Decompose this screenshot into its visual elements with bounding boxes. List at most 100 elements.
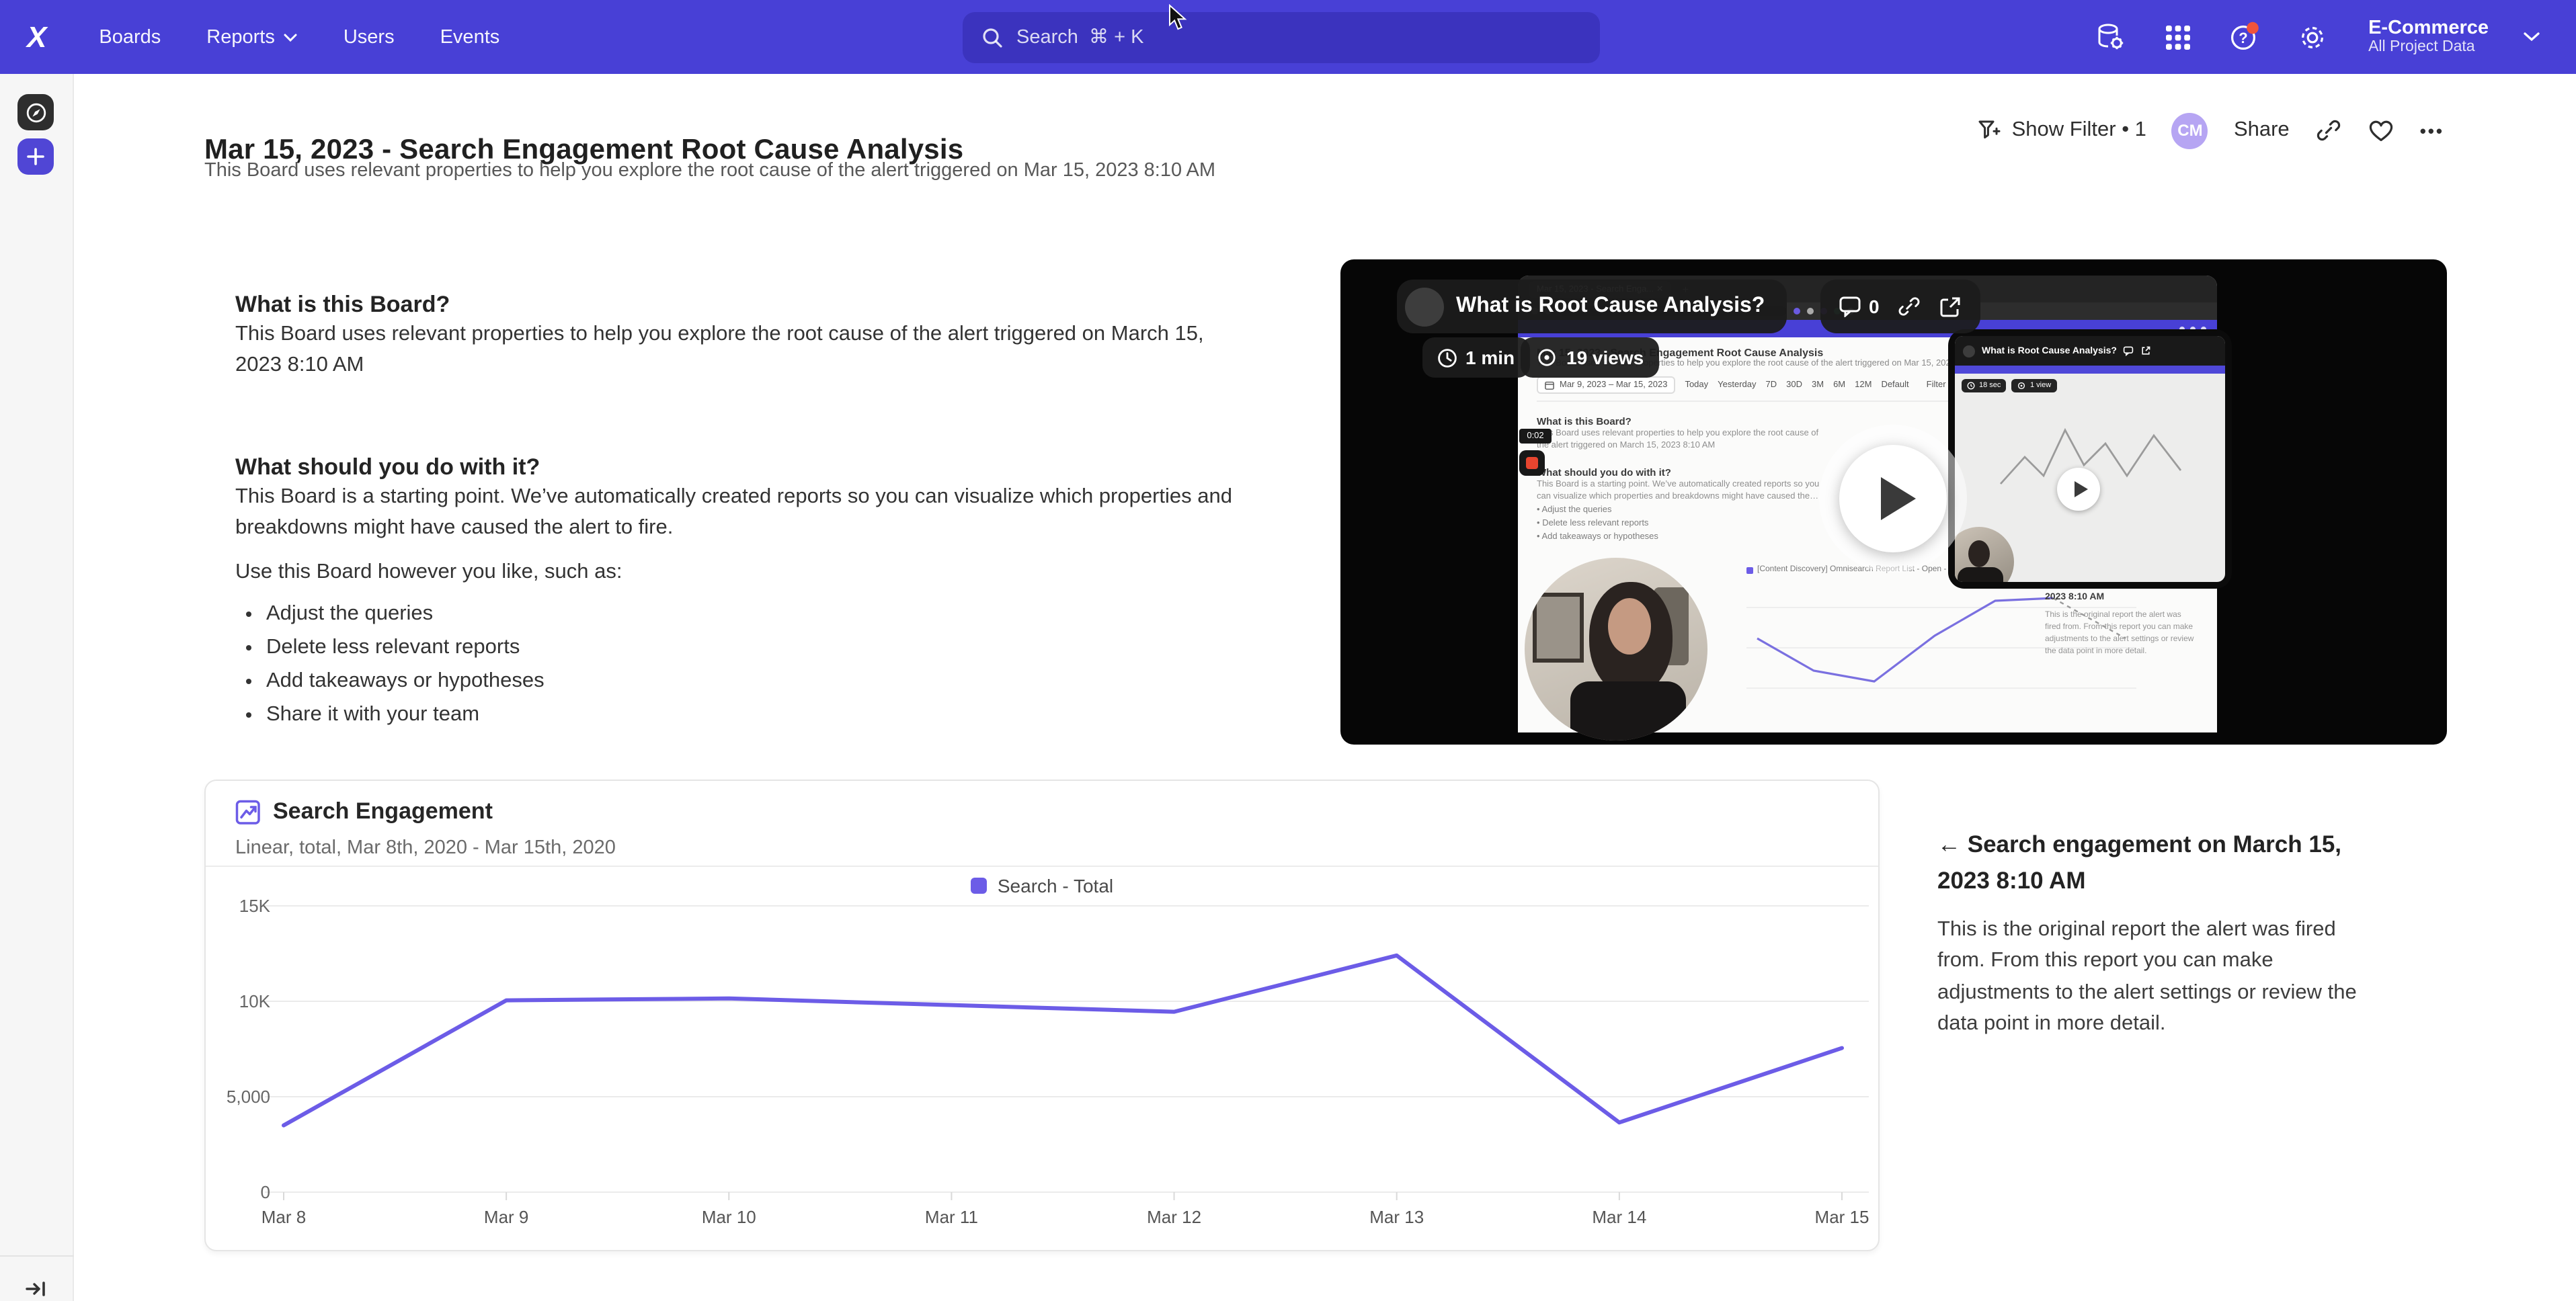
- copy-link-icon[interactable]: [2315, 117, 2342, 144]
- svg-text:Mar 11: Mar 11: [925, 1207, 978, 1227]
- video-views-pill: 19 views: [1521, 337, 1658, 378]
- svg-text:Mar 14: Mar 14: [1592, 1207, 1646, 1227]
- aside-body: This is the original report the alert wa…: [1937, 914, 2384, 1039]
- data-management-icon[interactable]: [2094, 21, 2126, 53]
- inner-views-pill: 1 view: [2011, 379, 2056, 392]
- list-item: Add takeaways or hypotheses: [266, 669, 545, 694]
- record-button[interactable]: [1519, 450, 1545, 476]
- project-switcher[interactable]: E-Commerce All Project Data: [2368, 17, 2489, 57]
- search-placeholder: Search ⌘ + K: [1016, 27, 1143, 48]
- picture-frame: [1533, 593, 1584, 663]
- eye-icon: [1535, 348, 1558, 367]
- open-external-icon[interactable]: [1939, 295, 1962, 318]
- video-player[interactable]: Mar 15, 2023 - Search Enga... ✕ + Mar 15…: [1340, 259, 2447, 745]
- nav-item-users[interactable]: Users: [344, 26, 395, 48]
- inner-nav-bar: [1955, 366, 2225, 374]
- nav-item-reports[interactable]: Reports: [206, 26, 298, 48]
- svg-text:15K: 15K: [239, 896, 271, 916]
- video-duration: 1 min: [1465, 347, 1515, 368]
- card-divider: [206, 866, 1878, 867]
- report-title[interactable]: Search Engagement: [273, 798, 493, 825]
- inner-video-title: What is Root Cause Analysis?: [1982, 346, 2117, 355]
- play-icon: [1880, 477, 1915, 520]
- comment-icon: [1839, 296, 1862, 317]
- project-name: E-Commerce: [2368, 17, 2489, 39]
- svg-text:10K: 10K: [239, 991, 271, 1011]
- legend-label: Search - Total: [998, 875, 1113, 896]
- nav-right: ? E-Commerce All Project Data: [2094, 0, 2576, 74]
- calendar-icon: [1545, 380, 1554, 390]
- show-filter-label: Show Filter • 1: [2012, 118, 2146, 142]
- nav-item-label: Users: [344, 26, 395, 48]
- nav-item-label: Boards: [99, 26, 161, 48]
- usage-bullet-list: Adjust the queries Delete less relevant …: [239, 602, 545, 737]
- nav-left: X Boards Reports Users Events: [0, 19, 499, 54]
- filter-plus-icon: [1978, 120, 2001, 141]
- recording-timer: 0:02: [1519, 429, 1552, 444]
- comment-icon: [2124, 345, 2134, 356]
- section-para-3: Use this Board however you like, such as…: [235, 556, 1241, 588]
- report-subtitle: Linear, total, Mar 8th, 2020 - Mar 15th,…: [235, 837, 616, 859]
- search-input[interactable]: Search ⌘ + K: [963, 12, 1600, 63]
- help-icon[interactable]: ?: [2228, 21, 2261, 53]
- nav-item-events[interactable]: Events: [440, 26, 500, 48]
- clock-icon: [1437, 347, 1457, 368]
- nav-item-label: Events: [440, 26, 500, 48]
- nav-item-label: Reports: [206, 26, 275, 48]
- notification-badge: [2247, 22, 2259, 34]
- svg-text:Mar 12: Mar 12: [1147, 1207, 1201, 1227]
- webcam-bubble: [1525, 558, 1707, 741]
- svg-text:?: ?: [2239, 30, 2247, 46]
- video-actions-pill: 0: [1820, 280, 1980, 333]
- page-subtitle: This Board uses relevant properties to h…: [204, 160, 1215, 181]
- video-title-pill: What is Root Cause Analysis?: [1397, 280, 1786, 333]
- project-scope: All Project Data: [2368, 39, 2489, 56]
- video-duration-pill: 1 min: [1422, 337, 1529, 378]
- sidebar-divider: [0, 1255, 74, 1257]
- share-button[interactable]: Share: [2234, 118, 2290, 142]
- record-dot-icon: [1526, 457, 1538, 469]
- person-body: [1570, 681, 1686, 741]
- aside-heading: ← Search engagement on March 15, 2023 8:…: [1937, 827, 2368, 900]
- chevron-down-icon: [284, 33, 298, 41]
- top-nav: X Boards Reports Users Events Search ⌘ +…: [0, 0, 2576, 74]
- nav-item-boards[interactable]: Boards: [99, 26, 161, 48]
- video-views: 19 views: [1566, 347, 1644, 368]
- svg-text:Mar 13: Mar 13: [1369, 1207, 1424, 1227]
- line-chart[interactable]: 05,00010K15KMar 8Mar 9Mar 10Mar 11Mar 12…: [206, 896, 1881, 1250]
- recorded-para-1: This Board uses relevant properties to h…: [1537, 427, 1826, 453]
- list-item: Delete less relevant reports: [266, 636, 545, 660]
- add-button[interactable]: [17, 138, 54, 175]
- avatar[interactable]: CM: [2172, 112, 2208, 149]
- inner-duration-pill: 18 sec: [1962, 379, 2006, 392]
- section-heading-2: What should you do with it?: [235, 454, 540, 481]
- search-icon: [981, 27, 1003, 48]
- app-root: X Boards Reports Users Events Search ⌘ +…: [0, 0, 2576, 1301]
- copy-link-icon[interactable]: [1897, 294, 1921, 319]
- apps-grid-icon[interactable]: [2161, 21, 2193, 53]
- recorded-mini-aside: ← Search usage on March 15, 2023 8:10 AM…: [2045, 577, 2196, 659]
- person-face: [1608, 598, 1651, 655]
- mouse-cursor: [1168, 4, 1189, 31]
- video-comments-button[interactable]: 0: [1839, 296, 1880, 317]
- settings-gear-icon[interactable]: [2296, 21, 2328, 53]
- favorite-heart-icon[interactable]: [2368, 118, 2394, 142]
- chart-legend[interactable]: Search - Total: [206, 875, 1878, 896]
- inner-play-button[interactable]: [2057, 468, 2100, 511]
- list-item: Share it with your team: [266, 703, 545, 727]
- boards-compass-button[interactable]: [17, 94, 54, 130]
- video-avatar: [1405, 287, 1444, 326]
- show-filter-button[interactable]: Show Filter • 1: [1978, 118, 2146, 142]
- expand-sidebar-button[interactable]: [17, 1270, 54, 1301]
- section-heading-1: What is this Board?: [235, 292, 450, 319]
- chevron-down-icon[interactable]: [2524, 32, 2540, 42]
- report-card-search-engagement[interactable]: Search Engagement Linear, total, Mar 8th…: [204, 780, 1880, 1251]
- mixpanel-logo-icon[interactable]: X: [27, 19, 45, 54]
- legend-swatch: [971, 878, 987, 894]
- section-para-2: This Board is a starting point. We’ve au…: [235, 481, 1241, 544]
- line-report-icon: [235, 800, 262, 827]
- inner-video-titlebar: What is Root Cause Analysis?: [1955, 336, 2225, 366]
- inner-video-tablet: What is Root Cause Analysis? 18 sec 1 vi…: [1948, 329, 2232, 589]
- list-item: Adjust the queries: [266, 602, 545, 626]
- more-options-button[interactable]: •••: [2420, 120, 2444, 140]
